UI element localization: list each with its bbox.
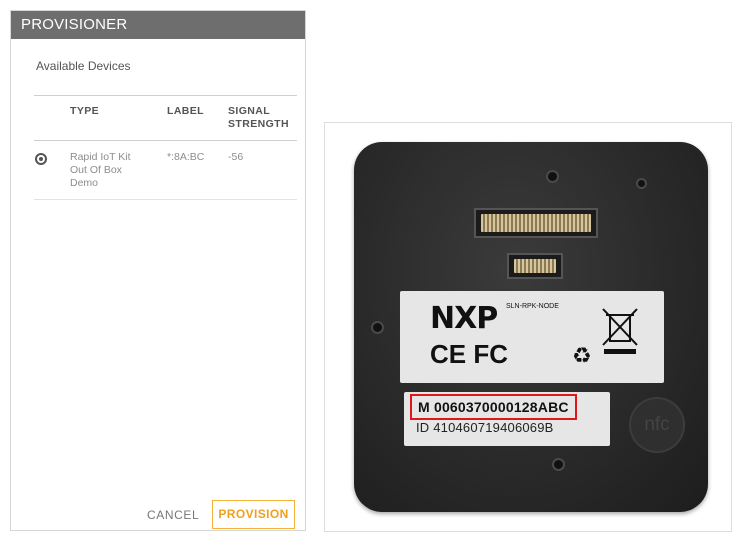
column-signal-strength: SIGNAL STRENGTH (228, 105, 289, 130)
table-row[interactable]: Rapid IoT Kit Out Of Box Demo *:8A:BC -5… (34, 141, 297, 200)
column-type: TYPE (70, 105, 100, 117)
weee-bin-icon (602, 308, 638, 354)
cancel-button[interactable]: CANCEL (147, 508, 199, 522)
column-label: LABEL (167, 105, 204, 117)
device-label: *:8A:BC (167, 151, 205, 163)
screw-hole (373, 323, 382, 332)
table-header: TYPE LABEL SIGNAL STRENGTH (34, 95, 297, 141)
recycle-icon: ♻ (572, 343, 592, 368)
serial-label: M 0060370000128ABC ID 410460719406069B (404, 392, 610, 446)
mac-serial-highlighted: M 0060370000128ABC (410, 394, 577, 420)
device-photo: NXP SLN-RPK-NODE CE FC ♻ M 0060370000128… (324, 122, 732, 532)
device-radio-button[interactable] (35, 153, 47, 165)
dialog-title: PROVISIONER (11, 11, 305, 39)
provision-button[interactable]: PROVISION (212, 500, 295, 529)
nfc-logo: nfc (629, 397, 685, 453)
devices-table: TYPE LABEL SIGNAL STRENGTH Rapid IoT Kit… (34, 95, 297, 200)
screw-hole (638, 180, 645, 187)
large-connector (474, 208, 598, 238)
screw-hole (554, 460, 563, 469)
nxp-logo: NXP (430, 301, 498, 336)
model-number: SLN-RPK-NODE (506, 303, 559, 310)
provisioner-dialog: PROVISIONER Available Devices TYPE LABEL… (10, 10, 306, 531)
certification-marks: CE FC (430, 339, 508, 369)
available-devices-heading: Available Devices (36, 59, 131, 73)
device-signal: -56 (228, 151, 244, 163)
device-type: Rapid IoT Kit Out Of Box Demo (70, 151, 131, 189)
screw-hole (548, 172, 557, 181)
rapid-iot-device-back: NXP SLN-RPK-NODE CE FC ♻ M 0060370000128… (354, 142, 708, 512)
small-connector (507, 253, 563, 279)
product-label: NXP SLN-RPK-NODE CE FC ♻ (400, 291, 664, 383)
device-id-serial: ID 410460719406069B (416, 420, 554, 435)
